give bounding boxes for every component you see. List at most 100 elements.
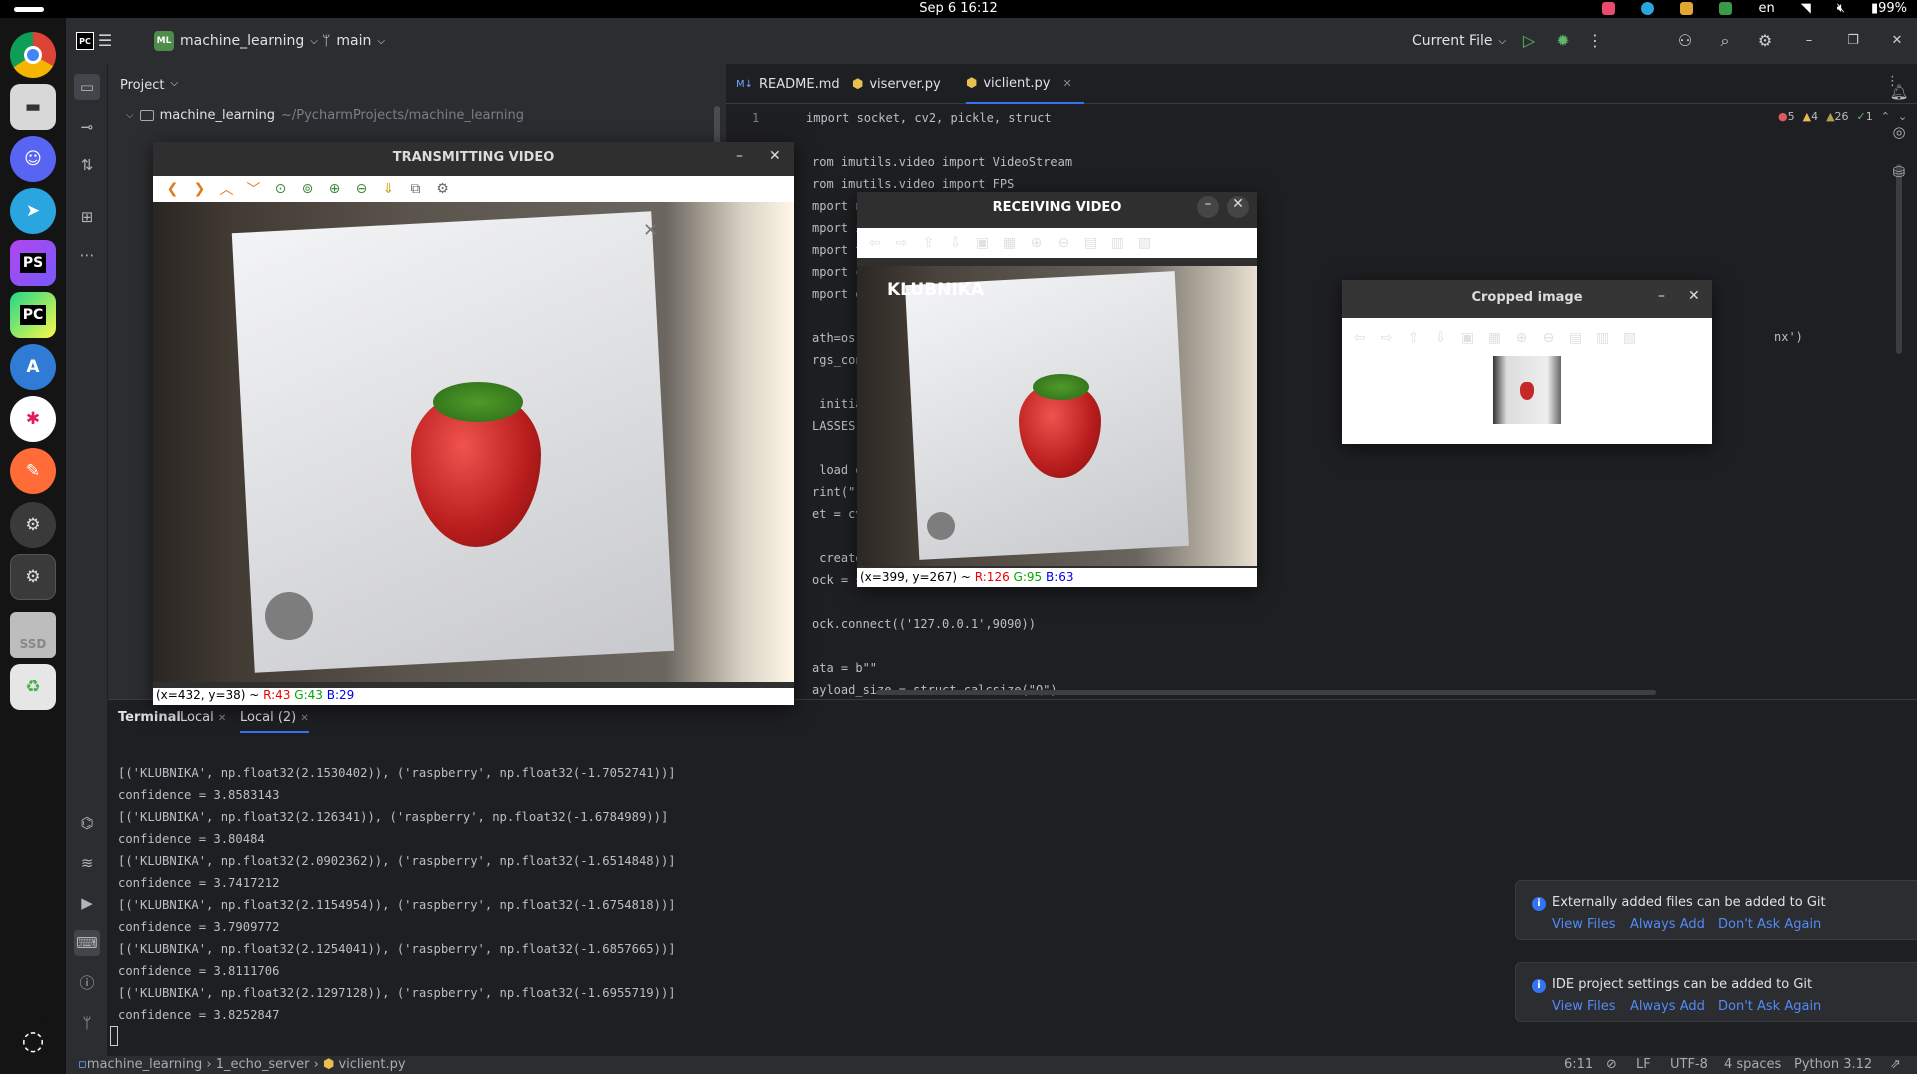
zoom-in-icon[interactable]: ⊕ (1508, 326, 1535, 350)
always-add-link[interactable]: Always Add (1630, 917, 1705, 932)
zoom-original-icon[interactable]: ▣ (969, 231, 996, 255)
code-line[interactable]: ata = b"" (812, 661, 877, 675)
minimize-icon[interactable]: – (1197, 196, 1219, 218)
python-packages-icon[interactable]: ≋ (74, 850, 100, 876)
editor-v-scrollbar[interactable] (1896, 164, 1902, 354)
discord-icon[interactable]: ☺ (10, 136, 56, 182)
git-tool-icon[interactable]: ᛘ (74, 1010, 100, 1036)
pan-left-icon[interactable]: ⇦ (861, 231, 888, 255)
tab-readme[interactable]: M↓ README.md (736, 64, 840, 104)
pan-right-icon[interactable]: ⇨ (1373, 326, 1400, 350)
pan-down-icon[interactable]: ⇩ (1427, 326, 1454, 350)
zoom-fit-icon[interactable]: ⊚ (294, 177, 321, 201)
zoom-out-icon[interactable]: ⊖ (348, 177, 375, 201)
services-icon[interactable]: ▶ (74, 890, 100, 916)
commit-tool-icon[interactable]: ⊸ (74, 114, 100, 140)
zoom-in-icon[interactable]: ⊕ (321, 177, 348, 201)
project-tool-icon[interactable]: ▭ (74, 74, 100, 100)
pycharm-icon[interactable]: PC (10, 292, 56, 338)
ai-assistant-icon[interactable]: ◎ (1886, 112, 1912, 152)
search-icon[interactable]: ⌕ (1714, 30, 1736, 52)
breadcrumb-item[interactable]: 1_echo_server (216, 1057, 310, 1072)
phpstorm-icon[interactable]: PS (10, 240, 56, 286)
language-indicator[interactable]: en (1758, 1, 1774, 16)
close-tab-icon[interactable]: ✕ (1062, 77, 1071, 90)
zoom-out-icon[interactable]: ⊖ (1535, 326, 1562, 350)
zoom-out-icon[interactable]: ⊖ (1050, 231, 1077, 255)
settings-gear-icon[interactable]: ⚙ (1754, 30, 1776, 52)
copy-image-icon[interactable]: ▥ (1104, 231, 1131, 255)
pan-left-icon[interactable]: ⇦ (1346, 326, 1373, 350)
more-tools-icon[interactable]: ⋯ (74, 242, 100, 268)
main-menu-icon[interactable]: ☰ (94, 30, 116, 52)
pan-up-icon[interactable]: ⇧ (915, 231, 942, 255)
app-indicator-icon[interactable] (1602, 2, 1616, 15)
shield-tray-icon[interactable] (1719, 2, 1733, 15)
branch-selector[interactable]: ᛘ main ⌵ (322, 18, 385, 64)
line-separator[interactable]: LF (1636, 1057, 1651, 1072)
add-user-icon[interactable]: ⚇ (1674, 30, 1696, 52)
system-tray[interactable]: en ◥ 🔇︎ ▮99% (1602, 1, 1907, 16)
caret-position[interactable]: 6:11 (1564, 1057, 1593, 1072)
python-console-icon[interactable]: ⌬ (74, 810, 100, 836)
pull-requests-icon[interactable]: ⇅ (74, 152, 100, 178)
tab-viserver[interactable]: ⬢ viserver.py (852, 64, 941, 104)
breadcrumb-item[interactable]: viclient.py (338, 1057, 405, 1072)
dont-ask-again-link[interactable]: Don't Ask Again (1718, 917, 1821, 932)
restore-icon[interactable]: ❐ (1842, 30, 1864, 52)
ssd-drive-icon[interactable]: SSD (10, 612, 56, 658)
more-actions-icon[interactable]: ⋮ (1584, 30, 1606, 52)
properties-icon[interactable]: ⚙ (429, 177, 456, 201)
video-frame-transmit[interactable]: ✕ (153, 202, 794, 682)
pan-left-icon[interactable]: ❮ (159, 177, 186, 201)
close-icon[interactable]: ✕ (769, 148, 781, 164)
save-image-icon[interactable]: ▤ (1077, 231, 1104, 255)
save-image-icon[interactable]: ▤ (1562, 326, 1589, 350)
code-line[interactable]: ock.connect(('127.0.0.1',9090)) (812, 617, 1036, 631)
pan-right-icon[interactable]: ⇨ (888, 231, 915, 255)
indent-setting[interactable]: 4 spaces (1724, 1057, 1781, 1072)
view-files-link[interactable]: View Files (1552, 917, 1616, 932)
slack-tray-icon[interactable] (1680, 2, 1694, 15)
trash-icon[interactable]: ♻ (10, 664, 56, 710)
app-center-icon[interactable]: A (10, 344, 56, 390)
zoom-in-icon[interactable]: ⊕ (1023, 231, 1050, 255)
terminal-tool-icon[interactable]: ⌨ (74, 930, 100, 956)
postman-icon[interactable]: ✎ (10, 448, 56, 494)
settings-app-icon[interactable]: ⚙ (10, 502, 56, 548)
code-line[interactable]: rom imutils.video import VideoStream (812, 155, 1072, 169)
close-icon[interactable]: ✕ (1886, 30, 1908, 52)
properties-icon[interactable]: ▧ (1131, 231, 1158, 255)
telegram-icon[interactable]: ➤ (10, 188, 56, 234)
run-icon[interactable]: ▷ (1518, 30, 1540, 52)
pan-up-icon[interactable]: ⇧ (1400, 326, 1427, 350)
tab-local-2[interactable]: Local (2) ✕ (240, 710, 309, 733)
video-frame-receive[interactable]: KLUBNIKA (857, 266, 1257, 566)
zoom-original-icon[interactable]: ⊙ (267, 177, 294, 201)
chrome-icon[interactable] (10, 32, 56, 78)
properties-icon[interactable]: ▧ (1616, 326, 1643, 350)
zoom-original-icon[interactable]: ▣ (1454, 326, 1481, 350)
close-icon[interactable]: ✕ (1688, 288, 1700, 304)
battery-indicator[interactable]: ▮99% (1871, 1, 1907, 16)
always-add-link[interactable]: Always Add (1630, 999, 1705, 1014)
code-line[interactable]: rom imutils.video import FPS (812, 177, 1014, 191)
tab-local[interactable]: Local ✕ (180, 710, 226, 725)
notifications-bell-icon[interactable]: 🔔︎ (1886, 72, 1912, 112)
debug-icon[interactable]: ✹ (1552, 30, 1574, 52)
pan-down-icon[interactable]: ﹀ (240, 177, 267, 201)
project-root-node[interactable]: ⌵ machine_learning ~/PycharmProjects/mac… (126, 108, 524, 123)
close-icon[interactable]: ✕ (1227, 196, 1249, 218)
slack-icon[interactable]: ✱ (10, 396, 56, 442)
minimize-icon[interactable]: – (736, 148, 743, 164)
share-icon[interactable]: ⇗ (1890, 1057, 1901, 1072)
zoom-fit-icon[interactable]: ▦ (1481, 326, 1508, 350)
save-image-icon[interactable]: ⇓ (375, 177, 402, 201)
files-icon[interactable]: ▬ (10, 84, 56, 130)
pan-down-icon[interactable]: ⇩ (942, 231, 969, 255)
close-tab-icon[interactable]: ✕ (218, 713, 226, 724)
editor-h-scrollbar[interactable] (876, 690, 1656, 695)
tab-viclient[interactable]: ⬢ viclient.py ✕ (966, 64, 1084, 104)
close-tab-icon[interactable]: ✕ (300, 713, 308, 724)
minimize-icon[interactable]: – (1658, 288, 1665, 304)
